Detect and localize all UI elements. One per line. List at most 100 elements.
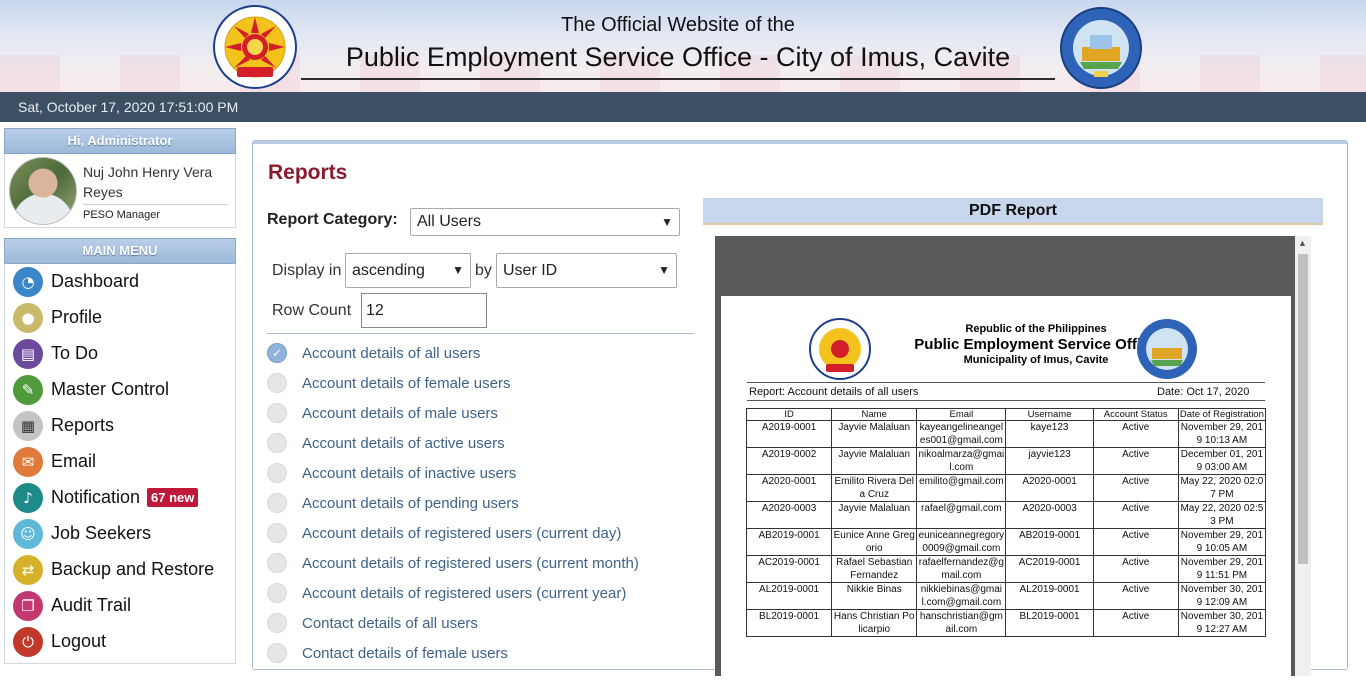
display-in-label: Display in: [272, 262, 342, 279]
user-divider: [83, 204, 228, 205]
pdf-scrollbar[interactable]: ▲: [1295, 236, 1311, 676]
table-row: A2019-0001 Jayvie Malaluan kayeangelinea…: [745, 420, 1267, 448]
cell-email: nikoalmarza@gmail.com: [916, 447, 1007, 475]
cell-status: Active: [1092, 501, 1179, 529]
user-name: Nuj John Henry Vera Reyes: [83, 164, 213, 200]
chevron-down-icon: ▼: [661, 215, 673, 229]
menu-item-label: Notification: [51, 487, 141, 507]
menu-item-label: Email: [51, 451, 97, 471]
cell-date: November 29, 2019 11:51 PM: [1177, 555, 1267, 583]
sort-order-value: ascending: [352, 262, 425, 279]
cell-status: Active: [1092, 582, 1179, 610]
page-title: Reports: [268, 161, 348, 184]
cell-email: hanschristian@gmail.com: [916, 609, 1007, 637]
radio-checked-icon: ✓: [267, 343, 287, 363]
sort-field-value: User ID: [503, 262, 558, 279]
radio-icon: [267, 583, 287, 603]
radio-icon: [267, 523, 287, 543]
main-menu: ◔ Dashboard ● Profile ▤ To Do ✎ Master C…: [4, 264, 236, 664]
menu-item-logout[interactable]: ⏻ Logout: [5, 624, 235, 660]
report-category-select[interactable]: All Users ▼: [410, 208, 680, 236]
pdf-report-name: Report: Account details of all users: [749, 386, 919, 398]
table-row: AB2019-0001 Eunice Anne Gregorio eunicea…: [745, 528, 1267, 556]
cell-id: BL2019-0001: [745, 609, 833, 637]
menu-item-reports[interactable]: ▦ Reports: [5, 408, 235, 444]
menu-item-backup-restore[interactable]: ⇄ Backup and Restore: [5, 552, 235, 588]
column-header: ID: [745, 408, 833, 421]
cell-id: AB2019-0001: [745, 528, 833, 556]
report-option-label: Account details of active users: [302, 435, 505, 452]
menu-item-profile[interactable]: ● Profile: [5, 300, 235, 336]
cell-name: Eunice Anne Gregorio: [831, 528, 918, 556]
bell-icon: ♪: [13, 483, 43, 513]
menu-item-dashboard[interactable]: ◔ Dashboard: [5, 264, 235, 300]
menu-item-label: Master Control: [51, 379, 170, 399]
cell-username: jayvie123: [1005, 447, 1094, 475]
dashboard-icon: ◔: [13, 267, 43, 297]
cell-id: A2019-0001: [745, 420, 833, 448]
radio-icon: [267, 493, 287, 513]
panel-top-border: [253, 141, 1347, 144]
cell-name: Jayvie Malaluan: [831, 447, 918, 475]
power-icon: ⏻: [13, 627, 43, 657]
cell-username: BL2019-0001: [1005, 609, 1094, 637]
cell-username: AC2019-0001: [1005, 555, 1094, 583]
report-option-label: Account details of inactive users: [302, 465, 517, 482]
pdf-table: ID Name Email Username Account Status Da…: [745, 408, 1267, 637]
cell-email: emilito@gmail.com: [916, 474, 1007, 502]
table-row: BL2019-0001 Hans Christian Policarpio ha…: [745, 609, 1267, 637]
cell-name: Emilito Rivera Dela Cruz: [831, 474, 918, 502]
menu-item-master-control[interactable]: ✎ Master Control: [5, 372, 235, 408]
cell-status: Active: [1092, 555, 1179, 583]
report-option-label: Account details of all users: [302, 345, 481, 362]
cell-id: A2020-0003: [745, 501, 833, 529]
user-role: PESO Manager: [83, 209, 161, 221]
column-header: Account Status: [1092, 408, 1179, 421]
by-label: by: [475, 262, 492, 279]
header-subtitle: The Official Website of the: [561, 14, 795, 36]
document-icon: ▤: [13, 339, 43, 369]
cell-date: November 30, 2019 12:27 AM: [1177, 609, 1267, 637]
table-row: A2020-0001 Emilito Rivera Dela Cruz emil…: [745, 474, 1267, 502]
report-option-label: Account details of pending users: [302, 495, 519, 512]
radio-icon: [267, 553, 287, 573]
cell-date: November 29, 2019 10:05 AM: [1177, 528, 1267, 556]
sort-order-select[interactable]: ascending ▼: [345, 253, 471, 288]
transfer-icon: ⇄: [13, 555, 43, 585]
chevron-down-icon: ▼: [658, 263, 670, 277]
cell-date: May 22, 2020 02:07 PM: [1177, 474, 1267, 502]
pdf-report-header: PDF Report: [703, 198, 1323, 225]
menu-item-label: Reports: [51, 415, 115, 435]
chevron-down-icon: ▼: [452, 263, 464, 277]
menu-item-email[interactable]: ✉ Email: [5, 444, 235, 480]
report-option-label: Account details of female users: [302, 375, 511, 392]
report-category-label: Report Category:: [267, 211, 398, 228]
radio-icon: [267, 613, 287, 633]
radio-icon: [267, 403, 287, 423]
table-row: AL2019-0001 Nikkie Binas nikkiebinas@gma…: [745, 582, 1267, 610]
pdf-page: Republic of the Philippines Public Emplo…: [721, 296, 1291, 696]
menu-item-audit-trail[interactable]: ❐ Audit Trail: [5, 588, 235, 624]
cell-status: Active: [1092, 447, 1179, 475]
row-count-label: Row Count: [272, 302, 352, 319]
cell-name: Jayvie Malaluan: [831, 420, 918, 448]
user-card: Nuj John Henry Vera Reyes PESO Manager: [4, 154, 236, 228]
scroll-thumb[interactable]: [1298, 254, 1308, 564]
row-count-value: 12: [366, 302, 384, 319]
cell-date: May 22, 2020 02:53 PM: [1177, 501, 1267, 529]
row-count-input[interactable]: 12: [361, 293, 487, 328]
menu-item-notification[interactable]: ♪ Notification 67 new: [5, 480, 235, 516]
menu-item-todo[interactable]: ▤ To Do: [5, 336, 235, 372]
cell-email: rafael@gmail.com: [916, 501, 1007, 529]
cell-id: A2019-0002: [745, 447, 833, 475]
sort-field-select[interactable]: User ID ▼: [496, 253, 677, 288]
cell-date: November 30, 2019 12:09 AM: [1177, 582, 1267, 610]
cell-name: Hans Christian Policarpio: [831, 609, 918, 637]
cell-email: nikkiebinas@gmail.com@gmail.com: [916, 582, 1007, 610]
pdf-viewer[interactable]: ▲ Republic of the Philippines Public Emp…: [715, 236, 1311, 696]
radio-icon: [267, 433, 287, 453]
user-icon: ●: [13, 303, 43, 333]
scroll-up-icon[interactable]: ▲: [1298, 238, 1307, 248]
wrench-icon: ✎: [13, 375, 43, 405]
menu-item-job-seekers[interactable]: ☺ Job Seekers: [5, 516, 235, 552]
